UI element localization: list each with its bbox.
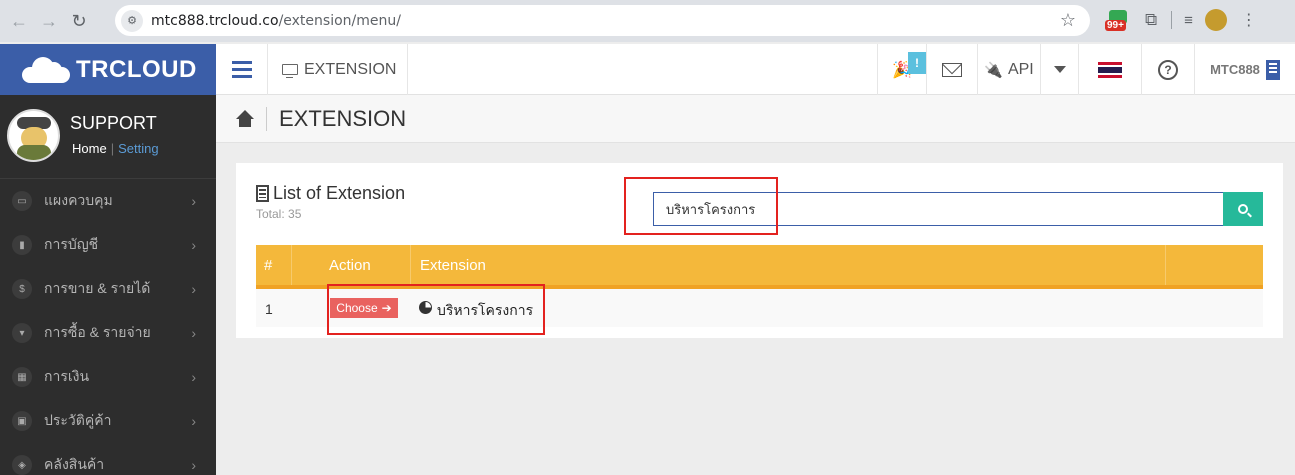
row-highlight-box: [327, 284, 545, 335]
sidebar-item-sales[interactable]: $ การขาย & รายได้ ›: [0, 267, 216, 311]
more-menu-icon[interactable]: ⋮: [1241, 10, 1257, 30]
chevron-right-icon: ›: [191, 281, 196, 297]
chevron-right-icon: ›: [191, 457, 196, 473]
column-header-action: Action: [292, 245, 411, 285]
header-right-actions: 🎉 ! 🔌 API ? MTC888: [877, 44, 1295, 95]
thai-flag-icon: [1098, 61, 1122, 78]
app-header: EXTENSION 🎉 ! 🔌 API ? MTC888: [216, 44, 1295, 95]
link-divider: |: [110, 141, 115, 156]
home-link[interactable]: Home: [72, 141, 107, 156]
forward-icon[interactable]: →: [34, 6, 64, 36]
panel-title: List of Extension: [256, 183, 405, 204]
puzzle-icon[interactable]: ⧉: [1145, 10, 1157, 30]
search-highlight-box: [624, 177, 778, 235]
profile-name: SUPPORT: [70, 113, 157, 133]
api-label: API: [1007, 60, 1034, 78]
home-icon[interactable]: [236, 109, 254, 128]
question-circle-icon: ?: [1158, 59, 1178, 80]
sidebar-item-inventory[interactable]: ◈ คลังสินค้า ›: [0, 443, 216, 475]
table-header: # Action Extension: [256, 245, 1263, 289]
boxes-icon: ◈: [12, 455, 32, 475]
company-menu[interactable]: MTC888: [1194, 44, 1295, 95]
bookmark-star-icon[interactable]: ☆: [1060, 10, 1076, 31]
dollar-icon: $: [12, 279, 32, 299]
sidebar-item-label: คลังสินค้า: [44, 456, 105, 472]
sidebar-item-finance[interactable]: ▦ การเงิน ›: [0, 355, 216, 399]
column-header-blank: [1166, 245, 1263, 285]
site-info-icon[interactable]: ⚙: [121, 9, 143, 32]
breadcrumb: EXTENSION: [216, 95, 1295, 143]
mail-button[interactable]: [926, 44, 977, 95]
sidebar-item-dashboard[interactable]: ▭ แผงควบคุม ›: [0, 179, 216, 223]
url-host: mtc888.trcloud.co: [151, 12, 279, 29]
tab-extension[interactable]: EXTENSION: [268, 44, 408, 95]
announcement-button[interactable]: 🎉 !: [877, 44, 926, 95]
page-title: EXTENSION: [279, 105, 407, 131]
tab-extension-label: EXTENSION: [304, 60, 397, 78]
breadcrumb-divider: [266, 106, 267, 131]
sidebar-item-label: ประวัติคู่ค้า: [44, 412, 112, 428]
announcement-badge: !: [908, 52, 926, 74]
profile-links: Home | Setting: [72, 141, 159, 156]
dropdown-button[interactable]: [1040, 44, 1078, 95]
app-logo[interactable]: TRCLOUD: [0, 44, 216, 95]
sidebar-item-label: การเงิน: [44, 368, 90, 384]
chevron-right-icon: ›: [191, 369, 196, 385]
sidebar-item-label: การซื้อ & รายจ่าย: [44, 324, 151, 340]
cart-icon: ▾: [12, 323, 32, 343]
chevron-right-icon: ›: [191, 237, 196, 253]
extensions-area: 99+ ⧉ ≡ ⋮: [1105, 6, 1257, 34]
address-bar[interactable]: ⚙ mtc888.trcloud.co/extension/menu/ ☆: [115, 5, 1090, 36]
reload-icon[interactable]: ↻: [64, 6, 94, 36]
sidebar-item-purchase[interactable]: ▾ การซื้อ & รายจ่าย ›: [0, 311, 216, 355]
browser-toolbar: ← → ↻ ⚙ mtc888.trcloud.co/extension/menu…: [0, 0, 1295, 42]
profile-avatar-icon[interactable]: [1204, 9, 1227, 31]
cloud-icon: [22, 56, 70, 83]
monitor-icon: ▭: [12, 191, 32, 211]
sidebar: SUPPORT Home | Setting ▭ แผงควบคุม › ▮ การ…: [0, 95, 216, 475]
language-button[interactable]: [1078, 44, 1141, 95]
building-list-icon: [256, 185, 269, 202]
envelope-icon: [942, 62, 962, 77]
url-text[interactable]: mtc888.trcloud.co/extension/menu/: [151, 13, 401, 29]
chevron-right-icon: ›: [191, 413, 196, 429]
chevron-right-icon: ›: [191, 325, 196, 341]
logo-text: TRCLOUD: [76, 55, 197, 83]
avatar[interactable]: [7, 109, 60, 162]
column-header-number: #: [256, 245, 292, 285]
panel-title-text: List of Extension: [273, 183, 406, 203]
url-path: /extension/menu/: [278, 12, 401, 29]
sidebar-item-label: การบัญชี: [44, 236, 99, 252]
hamburger-menu-icon[interactable]: [216, 44, 268, 95]
sidebar-item-contacts[interactable]: ▣ ประวัติคู่ค้า ›: [0, 399, 216, 443]
extension-panel: List of Extension Total: 35 # Action Ext…: [236, 163, 1283, 338]
setting-link[interactable]: Setting: [118, 141, 158, 156]
plug-icon: 🔌: [984, 61, 1003, 79]
contact-icon: ▣: [12, 411, 32, 431]
total-count: Total: 35: [256, 207, 302, 221]
extension-icon[interactable]: 99+: [1105, 6, 1133, 34]
help-button[interactable]: ?: [1141, 44, 1194, 95]
monitor-icon: [282, 64, 298, 78]
toolbar-divider: [1171, 11, 1173, 29]
caret-down-icon: [1053, 66, 1066, 73]
chevron-right-icon: ›: [191, 193, 196, 209]
extension-badge: 99+: [1105, 20, 1126, 31]
sidebar-profile: SUPPORT Home | Setting: [0, 95, 216, 179]
company-label: MTC888: [1210, 62, 1260, 77]
book-icon: ▮: [12, 235, 32, 255]
row-number: 1: [265, 301, 273, 317]
sidebar-item-label: การขาย & รายได้: [44, 280, 151, 296]
media-control-icon[interactable]: ≡: [1184, 12, 1193, 29]
building-icon: [1265, 59, 1280, 80]
back-icon[interactable]: ←: [4, 6, 34, 36]
sidebar-item-accounting[interactable]: ▮ การบัญชี ›: [0, 223, 216, 267]
calendar-icon: ▦: [12, 367, 32, 387]
search-icon: [1238, 204, 1248, 214]
search-button[interactable]: [1223, 192, 1263, 226]
sidebar-item-label: แผงควบคุม: [44, 192, 113, 208]
column-header-extension: Extension: [411, 245, 1166, 285]
api-button[interactable]: 🔌 API: [977, 44, 1040, 95]
